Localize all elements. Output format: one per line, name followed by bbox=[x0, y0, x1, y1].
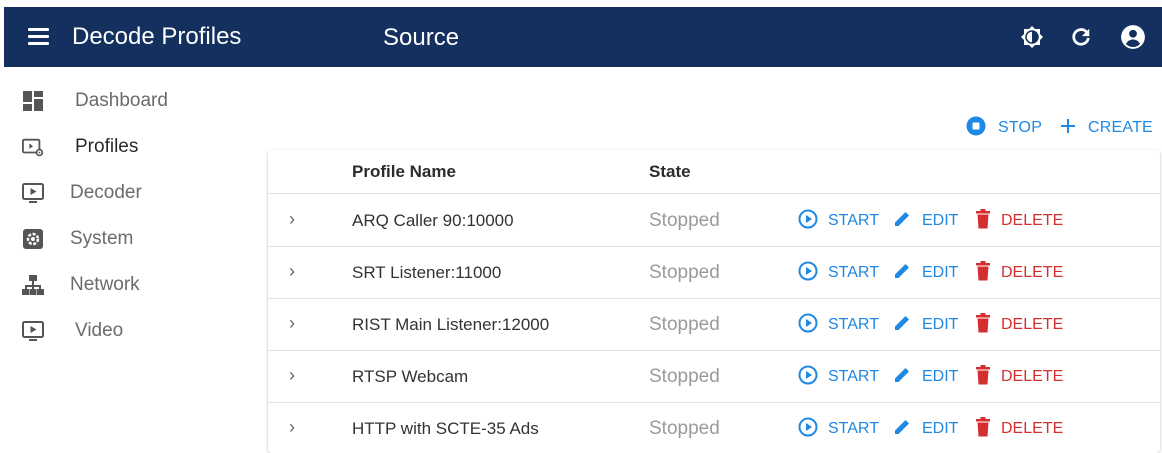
pencil-icon bbox=[892, 365, 912, 390]
video-icon bbox=[22, 320, 44, 342]
start-button[interactable]: START bbox=[798, 209, 879, 234]
play-circle-icon bbox=[798, 261, 818, 286]
table-header: Profile Name State bbox=[268, 150, 1160, 194]
refresh-icon[interactable] bbox=[1068, 24, 1094, 50]
chevron-right-icon[interactable]: › bbox=[285, 365, 299, 386]
profile-state: Stopped bbox=[649, 210, 720, 231]
sidebar-item-label: Video bbox=[75, 320, 124, 341]
delete-button[interactable]: DELETE bbox=[975, 364, 1063, 390]
create-button[interactable]: CREATE bbox=[1060, 117, 1153, 139]
stop-button[interactable]: STOP bbox=[966, 116, 1042, 141]
play-circle-icon bbox=[798, 365, 818, 390]
sidebar-item-decoder[interactable]: Decoder bbox=[22, 178, 142, 208]
start-button[interactable]: START bbox=[798, 417, 879, 442]
edit-button[interactable]: EDIT bbox=[892, 366, 958, 388]
stop-icon bbox=[966, 116, 986, 141]
profile-name: SRT Listener:11000 bbox=[352, 263, 502, 282]
profile-state: Stopped bbox=[649, 366, 720, 387]
sidebar-item-label: System bbox=[70, 228, 134, 249]
play-circle-icon bbox=[798, 417, 818, 442]
chevron-right-icon[interactable]: › bbox=[285, 417, 299, 438]
delete-button[interactable]: DELETE bbox=[975, 208, 1063, 234]
start-button[interactable]: START bbox=[798, 313, 879, 338]
edit-button[interactable]: EDIT bbox=[892, 262, 958, 284]
table-row: › SRT Listener:11000 Stopped START EDIT DELET… bbox=[268, 247, 1160, 299]
decoder-icon bbox=[22, 182, 44, 204]
play-circle-icon bbox=[798, 313, 818, 338]
network-icon bbox=[22, 274, 44, 296]
brightness-icon[interactable] bbox=[1019, 24, 1045, 50]
pencil-icon bbox=[892, 417, 912, 442]
dashboard-icon bbox=[22, 90, 44, 112]
trash-icon bbox=[975, 208, 991, 234]
profiles-icon bbox=[22, 136, 44, 158]
section-title: Source bbox=[383, 24, 460, 51]
delete-button[interactable]: DELETE bbox=[975, 312, 1063, 338]
table-row: › RTSP Webcam Stopped START EDIT DELETE bbox=[268, 351, 1160, 403]
profile-name: HTTP with SCTE-35 Ads bbox=[352, 419, 539, 438]
app-title: Decode Profiles bbox=[72, 23, 242, 50]
sidebar-item-label: Profiles bbox=[75, 136, 139, 157]
sidebar-item-system[interactable]: System bbox=[22, 224, 133, 254]
system-icon bbox=[22, 228, 44, 250]
sidebar-item-network[interactable]: Network bbox=[22, 270, 140, 300]
chevron-right-icon[interactable]: › bbox=[285, 261, 299, 282]
profiles-table: Profile Name State › ARQ Caller 90:10000 S… bbox=[268, 150, 1160, 453]
account-icon[interactable] bbox=[1120, 24, 1146, 50]
table-row: › HTTP with SCTE-35 Ads Stopped START EDIT DE… bbox=[268, 403, 1160, 453]
delete-button[interactable]: DELETE bbox=[975, 416, 1063, 442]
sidebar-item-profiles[interactable]: Profiles bbox=[22, 132, 138, 162]
sidebar-item-label: Dashboard bbox=[75, 90, 168, 111]
chevron-right-icon[interactable]: › bbox=[285, 209, 299, 230]
profile-name: RIST Main Listener:12000 bbox=[352, 315, 550, 334]
start-button[interactable]: START bbox=[798, 365, 879, 390]
edit-button[interactable]: EDIT bbox=[892, 210, 958, 232]
trash-icon bbox=[975, 260, 991, 286]
sidebar-item-dashboard[interactable]: Dashboard bbox=[22, 86, 168, 116]
trash-icon bbox=[975, 312, 991, 338]
edit-button[interactable]: EDIT bbox=[892, 314, 958, 336]
pencil-icon bbox=[892, 261, 912, 286]
chevron-right-icon[interactable]: › bbox=[285, 313, 299, 334]
profile-state: Stopped bbox=[649, 262, 720, 283]
pencil-icon bbox=[892, 313, 912, 338]
menu-icon[interactable] bbox=[26, 25, 52, 49]
column-header-profile-name: Profile Name bbox=[352, 162, 456, 181]
delete-button[interactable]: DELETE bbox=[975, 260, 1063, 286]
app-bar: Decode Profiles Source bbox=[4, 7, 1162, 67]
start-button[interactable]: START bbox=[798, 261, 879, 286]
plus-icon bbox=[1060, 118, 1076, 139]
trash-icon bbox=[975, 416, 991, 442]
play-circle-icon bbox=[798, 209, 818, 234]
sidebar-item-video[interactable]: Video bbox=[22, 316, 123, 346]
profile-name: ARQ Caller 90:10000 bbox=[352, 211, 514, 230]
sidebar-item-label: Network bbox=[70, 274, 140, 295]
table-row: › ARQ Caller 90:10000 Stopped START EDIT DELE… bbox=[268, 195, 1160, 247]
profile-state: Stopped bbox=[649, 314, 720, 335]
sidebar-item-label: Decoder bbox=[70, 182, 142, 203]
profile-name: RTSP Webcam bbox=[352, 367, 469, 386]
pencil-icon bbox=[892, 209, 912, 234]
trash-icon bbox=[975, 364, 991, 390]
edit-button[interactable]: EDIT bbox=[892, 418, 958, 440]
table-row: › RIST Main Listener:12000 Stopped START EDI… bbox=[268, 299, 1160, 351]
profile-state: Stopped bbox=[649, 418, 720, 439]
column-header-state: State bbox=[649, 162, 691, 181]
